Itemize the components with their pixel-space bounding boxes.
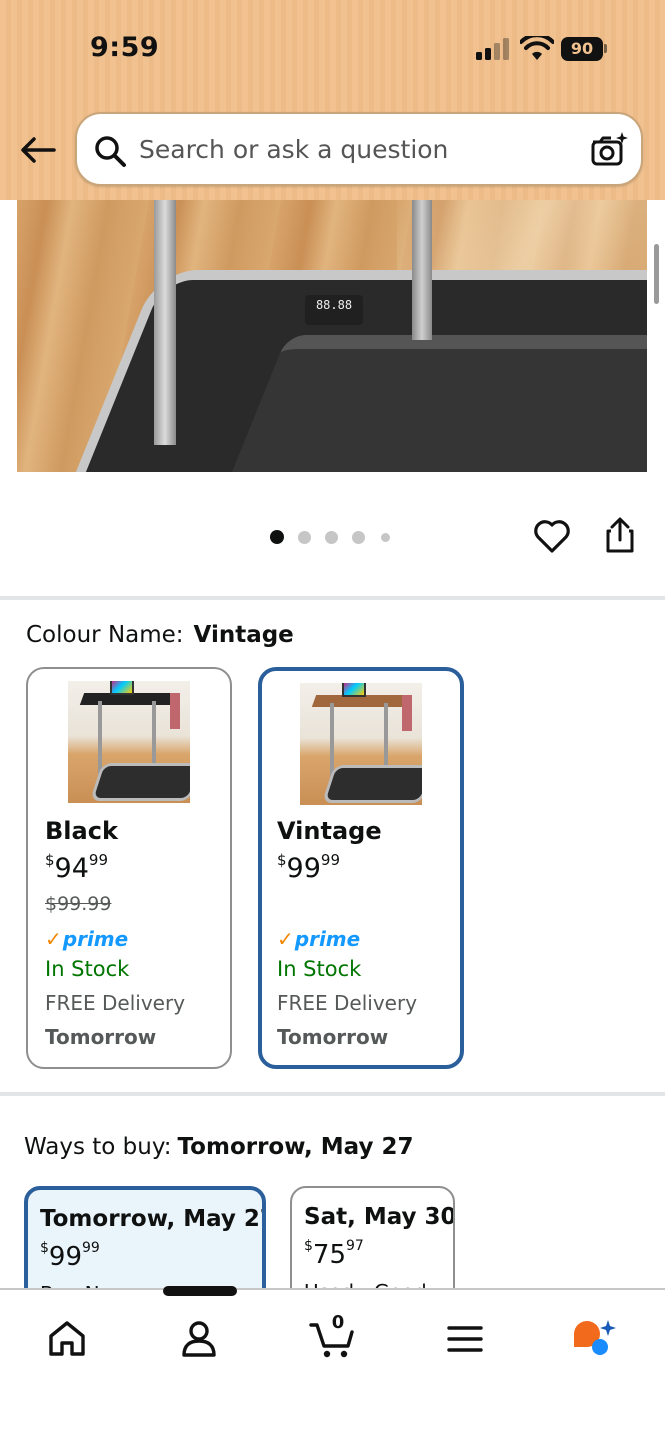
carousel-dot-active[interactable] — [270, 530, 284, 544]
share-button[interactable] — [600, 516, 640, 560]
stock-status: In Stock — [45, 957, 130, 981]
menu-icon — [447, 1326, 483, 1352]
price-fraction: 99 — [88, 851, 108, 869]
desk-towel — [402, 695, 412, 731]
battery-tip — [604, 44, 607, 53]
desk-monitor — [342, 683, 366, 697]
price-whole: 99 — [286, 853, 321, 884]
wishlist-button[interactable] — [532, 516, 572, 560]
buy-option-title: Sat, May 30 — [304, 1204, 455, 1230]
back-button[interactable] — [18, 130, 58, 170]
section-divider — [0, 596, 665, 600]
carousel-dot[interactable] — [352, 531, 365, 544]
home-icon — [49, 1321, 85, 1356]
assistant-icon — [574, 1320, 616, 1355]
back-arrow-icon — [21, 137, 56, 163]
ways-to-buy-heading: Ways to buy: Tomorrow, May 27 — [24, 1134, 413, 1160]
treadmill-base — [321, 765, 422, 803]
price-fraction: 97 — [346, 1238, 364, 1254]
treadmill-base — [89, 763, 190, 801]
treadmill-pole-right — [412, 200, 432, 340]
prime-label: prime — [294, 927, 361, 951]
variant-name: Vintage — [277, 817, 382, 845]
camera-search-icon[interactable] — [589, 130, 629, 170]
search-bar[interactable] — [75, 112, 643, 186]
search-input[interactable] — [139, 126, 559, 172]
colour-name-label: Colour Name: — [26, 622, 184, 648]
desk-monitor — [110, 681, 134, 695]
prime-check-icon: ✓ — [277, 927, 294, 951]
price-fraction: 99 — [320, 851, 340, 869]
ways-to-buy-label: Ways to buy: — [24, 1134, 172, 1160]
nav-rufus-assistant[interactable] — [570, 1316, 616, 1362]
buy-option-price: $7597 — [304, 1238, 364, 1270]
currency-symbol: $ — [304, 1238, 313, 1254]
carousel-dot[interactable] — [381, 533, 390, 542]
delivery-text: FREE Delivery — [45, 991, 186, 1015]
drag-handle[interactable] — [163, 1286, 237, 1296]
variant-thumbnail — [68, 681, 190, 803]
variant-list-price: $99.99 — [45, 893, 112, 915]
nav-cart[interactable]: 0 — [308, 1312, 354, 1362]
variant-card-vintage[interactable]: Vintage $9999 ✓prime In Stock FREE Deliv… — [258, 667, 464, 1069]
status-time: 9:59 — [90, 32, 160, 63]
price-fraction: 99 — [82, 1240, 100, 1256]
colour-name-heading: Colour Name: Vintage — [26, 622, 294, 648]
nav-menu[interactable] — [442, 1316, 488, 1362]
price-whole: 99 — [48, 1242, 83, 1272]
cellular-signal-icon — [476, 38, 510, 60]
variant-price: $9999 — [277, 851, 340, 884]
prime-check-icon: ✓ — [45, 927, 62, 951]
treadmill-display: 88.88 — [305, 295, 363, 325]
variant-price: $9499 — [45, 851, 108, 884]
cart-count-badge: 0 — [331, 1312, 345, 1333]
variant-thumbnail — [300, 683, 422, 805]
app-header: 9:59 90 — [0, 0, 665, 200]
prime-badge: ✓prime — [45, 927, 128, 951]
carousel-dot[interactable] — [298, 531, 311, 544]
wifi-icon — [520, 36, 554, 60]
person-icon — [182, 1321, 216, 1357]
delivery-when: Tomorrow — [277, 1025, 389, 1049]
variant-name: Black — [45, 817, 118, 845]
stock-status: In Stock — [277, 957, 362, 981]
currency-symbol: $ — [277, 851, 287, 869]
heart-icon — [534, 520, 570, 553]
product-image[interactable]: 88.88 — [17, 200, 647, 472]
delivery-text: FREE Delivery — [277, 991, 418, 1015]
price-whole: 94 — [54, 853, 89, 884]
share-icon — [606, 517, 634, 553]
buy-option-title: Tomorrow, May 27 — [40, 1206, 266, 1232]
delivery-when: Tomorrow — [45, 1025, 157, 1049]
search-icon — [95, 136, 126, 167]
scrollbar-thumb[interactable] — [654, 244, 659, 304]
bottom-navigation: 0 — [0, 1288, 665, 1440]
battery-indicator: 90 — [561, 37, 603, 61]
variant-card-black[interactable]: Black $9499 $99.99 ✓prime In Stock FREE … — [26, 667, 232, 1069]
section-divider — [0, 1092, 665, 1096]
nav-account[interactable] — [176, 1316, 222, 1362]
currency-symbol: $ — [45, 851, 55, 869]
prime-label: prime — [62, 927, 129, 951]
prime-badge: ✓prime — [277, 927, 360, 951]
treadmill-pole-left — [154, 200, 176, 445]
buy-option-price: $9999 — [40, 1240, 100, 1272]
ways-to-buy-selected: Tomorrow, May 27 — [177, 1134, 414, 1160]
desk-towel — [170, 693, 180, 729]
nav-home[interactable] — [44, 1316, 90, 1362]
carousel-dot[interactable] — [325, 531, 338, 544]
colour-selected-value: Vintage — [193, 622, 294, 648]
price-whole: 75 — [312, 1240, 347, 1270]
currency-symbol: $ — [40, 1240, 49, 1256]
